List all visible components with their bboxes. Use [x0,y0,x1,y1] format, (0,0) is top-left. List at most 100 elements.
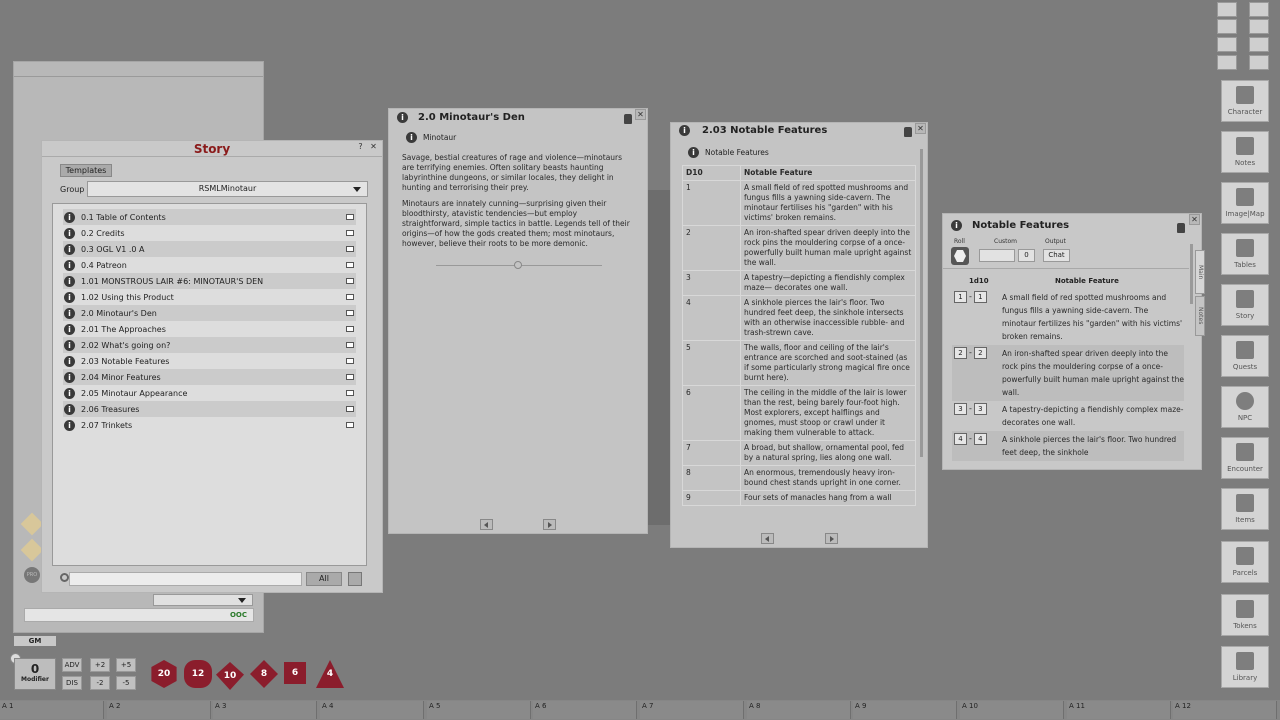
link-icon[interactable] [346,422,354,428]
link-icon[interactable] [346,214,354,220]
d8-icon[interactable]: 8 [250,660,278,688]
hotkey-slot[interactable]: A 1 [0,701,104,719]
list-item[interactable]: i 2.02 What's going on? [63,337,356,353]
close-icon[interactable]: ✕ [915,123,926,134]
d6-icon[interactable]: 6 [284,662,306,684]
gear-icon[interactable] [1249,37,1269,52]
next-page-button[interactable] [825,533,838,544]
list-item[interactable]: i 0.4 Patreon [63,257,356,273]
info-icon[interactable]: i [64,339,75,351]
list-item[interactable]: i 0.2 Credits [63,225,356,241]
sidebar-item-quests[interactable]: Quests [1221,335,1269,377]
help-icon[interactable]: ? [355,142,366,153]
output-select[interactable]: Chat [1043,249,1070,262]
list-item[interactable]: i 2.07 Trinkets [63,417,356,433]
lock-icon[interactable] [904,127,912,137]
lock-icon[interactable] [624,114,632,124]
hotkey-slot[interactable]: A 7 [640,701,744,719]
d4-icon[interactable]: 4 [316,660,344,688]
list-item[interactable]: i 1.01 MONSTROUS LAIR #6: MINOTAUR'S DEN [63,273,356,289]
scrollbar[interactable] [1190,244,1193,304]
prev-page-button[interactable] [761,533,774,544]
group-select[interactable]: RSMLMinotaur [87,181,368,197]
search-input[interactable] [69,572,302,586]
link-icon[interactable] [346,406,354,412]
hotkey-slot[interactable]: A 11 [1067,701,1171,719]
chat-mode-select[interactable] [153,594,253,606]
list-item[interactable]: i 2.0 Minotaur's Den [63,305,356,321]
pin-icon[interactable] [1217,2,1237,17]
sidebar-item-character[interactable]: Character [1221,80,1269,122]
d20-icon[interactable]: 20 [151,660,177,688]
info-icon[interactable]: i [679,125,690,136]
link-icon[interactable] [346,310,354,316]
list-item[interactable]: i 2.04 Minor Features [63,369,356,385]
info-icon[interactable]: i [64,355,75,367]
info-icon[interactable]: i [64,211,75,223]
link-icon[interactable] [346,294,354,300]
hotkey-slot[interactable]: A 4 [320,701,424,719]
link-icon[interactable] [346,230,354,236]
info-icon[interactable]: i [406,132,417,143]
profile-icon[interactable]: PRO [24,567,40,583]
link-icon[interactable] [346,374,354,380]
sidebar-item-items[interactable]: Items [1221,488,1269,530]
roll-die-button[interactable] [951,247,969,265]
custom-die-field[interactable] [979,249,1015,262]
info-icon[interactable]: i [688,147,699,158]
info-icon[interactable]: i [64,403,75,415]
hotkey-slot[interactable]: A 8 [747,701,851,719]
hotkey-slot[interactable]: A 5 [427,701,531,719]
minus5-button[interactable]: -5 [116,676,136,690]
info-icon[interactable]: i [64,275,75,287]
tab-templates[interactable]: Templates [60,164,112,177]
dice-tower-icon[interactable] [1217,19,1237,34]
info-icon[interactable]: i [397,112,408,123]
info-icon[interactable]: i [64,323,75,335]
moon-icon[interactable] [1217,37,1237,52]
plus5-button[interactable]: +5 [116,658,136,672]
info-icon[interactable]: i [951,220,962,231]
info-icon[interactable]: i [64,371,75,383]
list-item[interactable]: i 0.1 Table of Contents [63,209,356,225]
dis-button[interactable]: DIS [62,676,82,690]
lock-icon[interactable] [1177,223,1185,233]
info-icon[interactable]: i [64,419,75,431]
hotkey-slot[interactable]: A 2 [107,701,211,719]
info-icon[interactable]: i [64,243,75,255]
link-icon[interactable] [346,262,354,268]
plus2-button[interactable]: +2 [90,658,110,672]
expand-icon[interactable] [1249,55,1269,70]
prev-page-button[interactable] [480,519,493,530]
list-item[interactable]: i 2.01 The Approaches [63,321,356,337]
link-icon[interactable] [346,246,354,252]
d12-icon[interactable]: 12 [184,660,212,688]
hotkey-slot[interactable]: A 6 [533,701,637,719]
sidebar-item-npc[interactable]: NPC [1221,386,1269,428]
sidebar-item-library[interactable]: Library [1221,646,1269,688]
custom-mod-field[interactable]: 0 [1018,249,1035,262]
link-icon[interactable] [346,390,354,396]
close-icon[interactable]: ✕ [1189,214,1200,225]
adv-button[interactable]: ADV [62,658,82,672]
list-item[interactable]: i 2.05 Minotaur Appearance [63,385,356,401]
tab-notes[interactable]: Notes [1195,296,1205,336]
hotkey-slot[interactable]: A 10 [960,701,1064,719]
list-item[interactable]: i 0.3 OGL V1 .0 A [63,241,356,257]
d10-icon[interactable]: 10 [216,662,244,690]
list-item[interactable]: i 1.02 Using this Product [63,289,356,305]
camera-icon[interactable] [1217,55,1237,70]
sidebar-item-tables[interactable]: Tables [1221,233,1269,275]
link-icon[interactable] [346,342,354,348]
hotkey-slot[interactable]: A 3 [213,701,317,719]
close-icon[interactable]: ✕ [368,142,379,153]
palette-icon[interactable] [1249,19,1269,34]
filter-all-button[interactable]: All [306,572,342,586]
info-icon[interactable]: i [64,387,75,399]
link-icon[interactable] [346,358,354,364]
modifier-box[interactable]: 0 Modifier [14,658,56,690]
info-icon[interactable]: i [64,307,75,319]
minus2-button[interactable]: -2 [90,676,110,690]
sidebar-item-story[interactable]: Story [1221,284,1269,326]
close-icon[interactable]: ✕ [635,109,646,120]
